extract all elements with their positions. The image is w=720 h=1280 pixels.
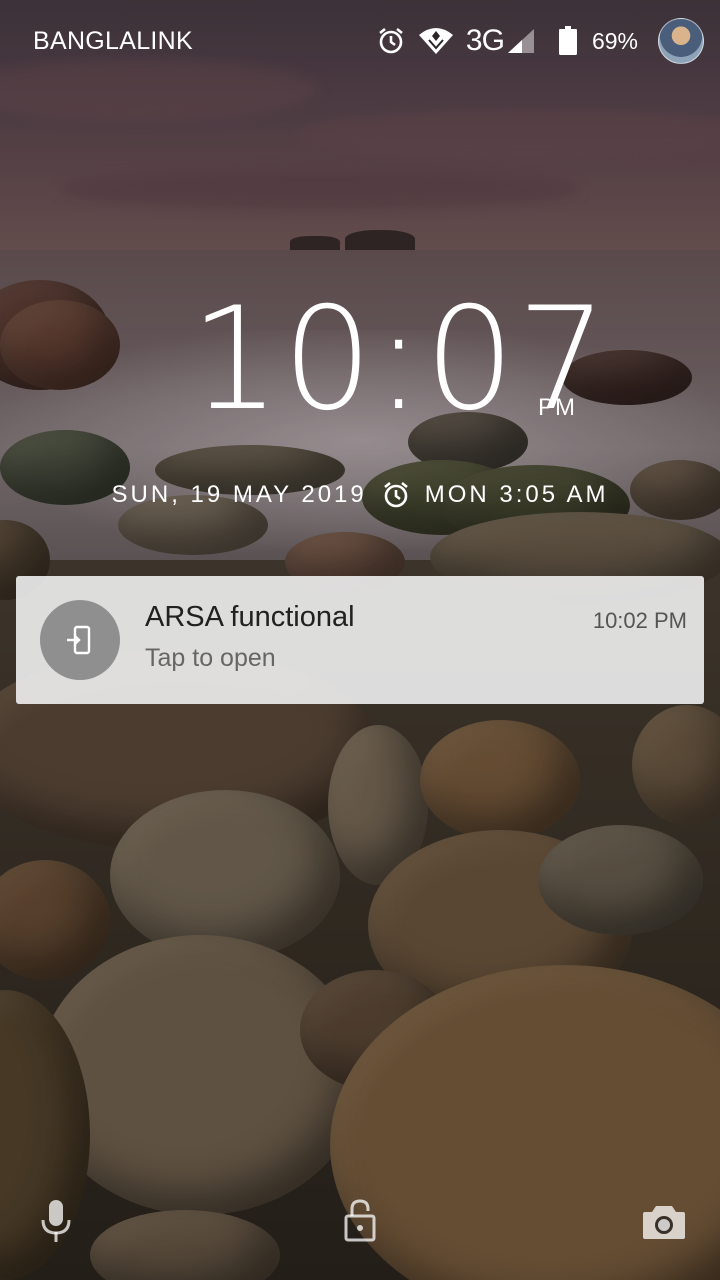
battery-icon: [558, 26, 578, 56]
wifi-icon: [418, 27, 454, 55]
battery-percent: 69%: [591, 27, 638, 54]
microphone-icon[interactable]: [38, 1198, 74, 1249]
next-alarm-icon: [381, 480, 411, 510]
notification-card[interactable]: ARSA functional Tap to open 10:02 PM: [16, 576, 704, 704]
lockscreen-clock: 10:07 PM: [0, 289, 720, 431]
status-bar: BANGLALINK 3G 69%: [0, 0, 720, 84]
notification-title: ARSA functional: [145, 601, 355, 633]
network-type-label: 3G: [465, 24, 505, 57]
notification-time: 10:02 PM: [592, 608, 687, 633]
alarm-icon: [376, 26, 406, 56]
avatar[interactable]: [658, 18, 704, 64]
next-alarm-text: MON 3:05 AM: [424, 481, 609, 508]
notification-text: Tap to open: [145, 644, 276, 672]
carrier-name: BANGLALINK: [33, 27, 194, 55]
signal-icon: [506, 27, 536, 55]
status-icons: 3G 69%: [376, 18, 704, 64]
date-text: SUN, 19 MAY 2019: [111, 481, 367, 508]
date-row: SUN, 19 MAY 2019 MON 3:05 AM: [0, 475, 720, 515]
clock-ampm: PM: [538, 394, 576, 421]
unlock-icon[interactable]: [342, 1198, 378, 1249]
device-enter-icon: [40, 600, 120, 680]
camera-icon[interactable]: [642, 1204, 686, 1245]
